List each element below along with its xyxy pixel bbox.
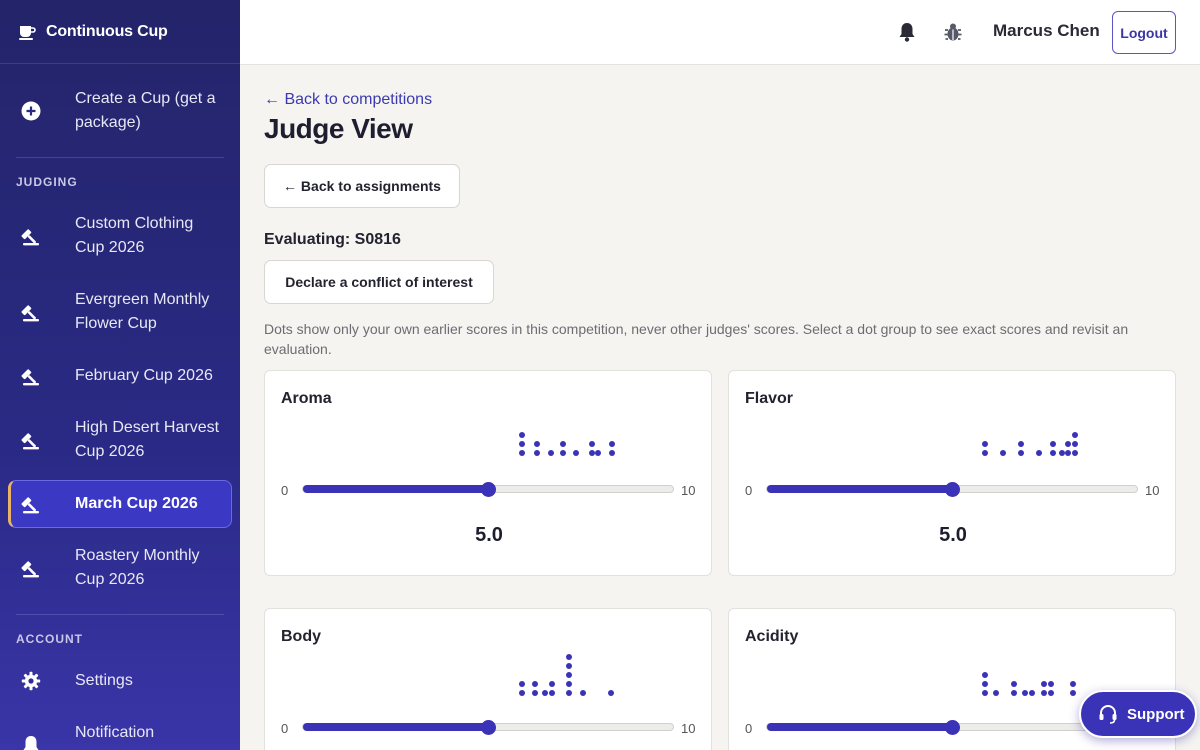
section-label-judging: JUDGING	[16, 175, 78, 189]
score-slider[interactable]	[302, 720, 674, 735]
slider-thumb[interactable]	[945, 720, 960, 735]
sidebar-item-create-cup[interactable]: Create a Cup (get a package)	[8, 87, 232, 135]
slider-fill	[767, 485, 952, 493]
cup-logo-icon	[18, 23, 36, 41]
gavel-icon	[20, 429, 42, 451]
bell-icon[interactable]	[896, 21, 918, 43]
gavel-icon	[20, 225, 42, 247]
slider-fill	[767, 723, 952, 731]
user-name: Marcus Chen	[993, 21, 1100, 40]
score-history-dots[interactable]	[729, 371, 1176, 481]
back-to-assignments-button[interactable]: ← Back to assignments	[264, 164, 460, 208]
sidebar-item-label: March Cup 2026	[75, 495, 198, 512]
headset-icon	[1097, 703, 1119, 725]
bug-icon[interactable]	[942, 21, 964, 43]
slider-thumb[interactable]	[481, 482, 496, 497]
scale-max: 10	[1145, 483, 1160, 498]
main-content: ← Back to competitions Judge View ← Back…	[240, 65, 1200, 750]
scale-min: 0	[281, 483, 289, 498]
divider	[16, 157, 224, 158]
hint-text: Dots show only your own earlier scores i…	[264, 321, 1129, 357]
score-slider[interactable]	[302, 482, 674, 497]
sidebar-item-label: Roastery Monthly Cup 2026	[75, 547, 200, 588]
sidebar-item-notification[interactable]: Notification	[8, 721, 232, 750]
support-label: Support	[1127, 705, 1185, 723]
score-history-dots[interactable]	[265, 609, 712, 719]
scale-min: 0	[281, 721, 289, 736]
sidebar-item-label: Custom Clothing Cup 2026	[75, 215, 194, 256]
top-header: Marcus Chen Logout	[240, 0, 1200, 65]
evaluating-label: Evaluating: S0816	[264, 231, 401, 248]
sidebar-item-evergreen-cup[interactable]: Evergreen Monthly Flower Cup	[8, 288, 232, 336]
section-label-account: ACCOUNT	[16, 632, 83, 646]
conflict-of-interest-button[interactable]: Declare a conflict of interest	[264, 260, 494, 304]
logout-button[interactable]: Logout	[1112, 11, 1176, 54]
scale-min: 0	[745, 483, 753, 498]
gavel-icon	[20, 557, 42, 579]
sidebar: Continuous Cup Create a Cup (get a packa…	[0, 0, 240, 750]
gavel-icon	[20, 493, 42, 515]
slider-fill	[303, 723, 488, 731]
criterion-card-aroma: Aroma 0 10 5.0	[264, 370, 712, 576]
sidebar-item-label: Notification	[75, 724, 155, 741]
gavel-icon	[20, 365, 42, 387]
sidebar-item-march-cup[interactable]: March Cup 2026	[8, 480, 232, 528]
score-value: 5.0	[939, 524, 967, 546]
scale-max: 10	[681, 721, 696, 736]
sidebar-item-label: Settings	[75, 672, 133, 689]
divider	[16, 614, 224, 615]
scale-min: 0	[745, 721, 753, 736]
criterion-card-flavor: Flavor 0 10 5.0	[728, 370, 1176, 576]
scale-max: 10	[681, 483, 696, 498]
sidebar-item-label: High Desert Harvest Cup 2026	[75, 419, 220, 460]
plus-circle-icon	[20, 100, 42, 122]
score-value: 5.0	[475, 524, 503, 546]
sidebar-item-custom-clothing-cup[interactable]: Custom Clothing Cup 2026	[8, 212, 232, 260]
slider-thumb[interactable]	[945, 482, 960, 497]
score-history-dots[interactable]	[265, 371, 712, 481]
slider-thumb[interactable]	[481, 720, 496, 735]
score-slider[interactable]	[766, 482, 1138, 497]
sidebar-item-high-desert-cup[interactable]: High Desert Harvest Cup 2026	[8, 416, 232, 464]
page-title: Judge View	[264, 113, 413, 144]
slider-fill	[303, 485, 488, 493]
sidebar-item-label: Create a Cup (get a package)	[75, 90, 216, 131]
gear-icon	[20, 670, 42, 692]
criterion-card-body: Body 0 10	[264, 608, 712, 750]
brand[interactable]: Continuous Cup	[0, 0, 240, 64]
gavel-icon	[20, 301, 42, 323]
sidebar-item-label: Evergreen Monthly Flower Cup	[75, 291, 210, 332]
bell-icon	[20, 734, 42, 750]
back-to-competitions-link[interactable]: ← Back to competitions	[264, 91, 432, 109]
support-button[interactable]: Support	[1079, 690, 1197, 738]
brand-name: Continuous Cup	[46, 22, 168, 40]
sidebar-item-settings[interactable]: Settings	[8, 669, 232, 693]
sidebar-item-label: February Cup 2026	[75, 367, 213, 384]
sidebar-item-february-cup[interactable]: February Cup 2026	[8, 364, 232, 388]
sidebar-item-roastery-cup[interactable]: Roastery Monthly Cup 2026	[8, 544, 232, 592]
